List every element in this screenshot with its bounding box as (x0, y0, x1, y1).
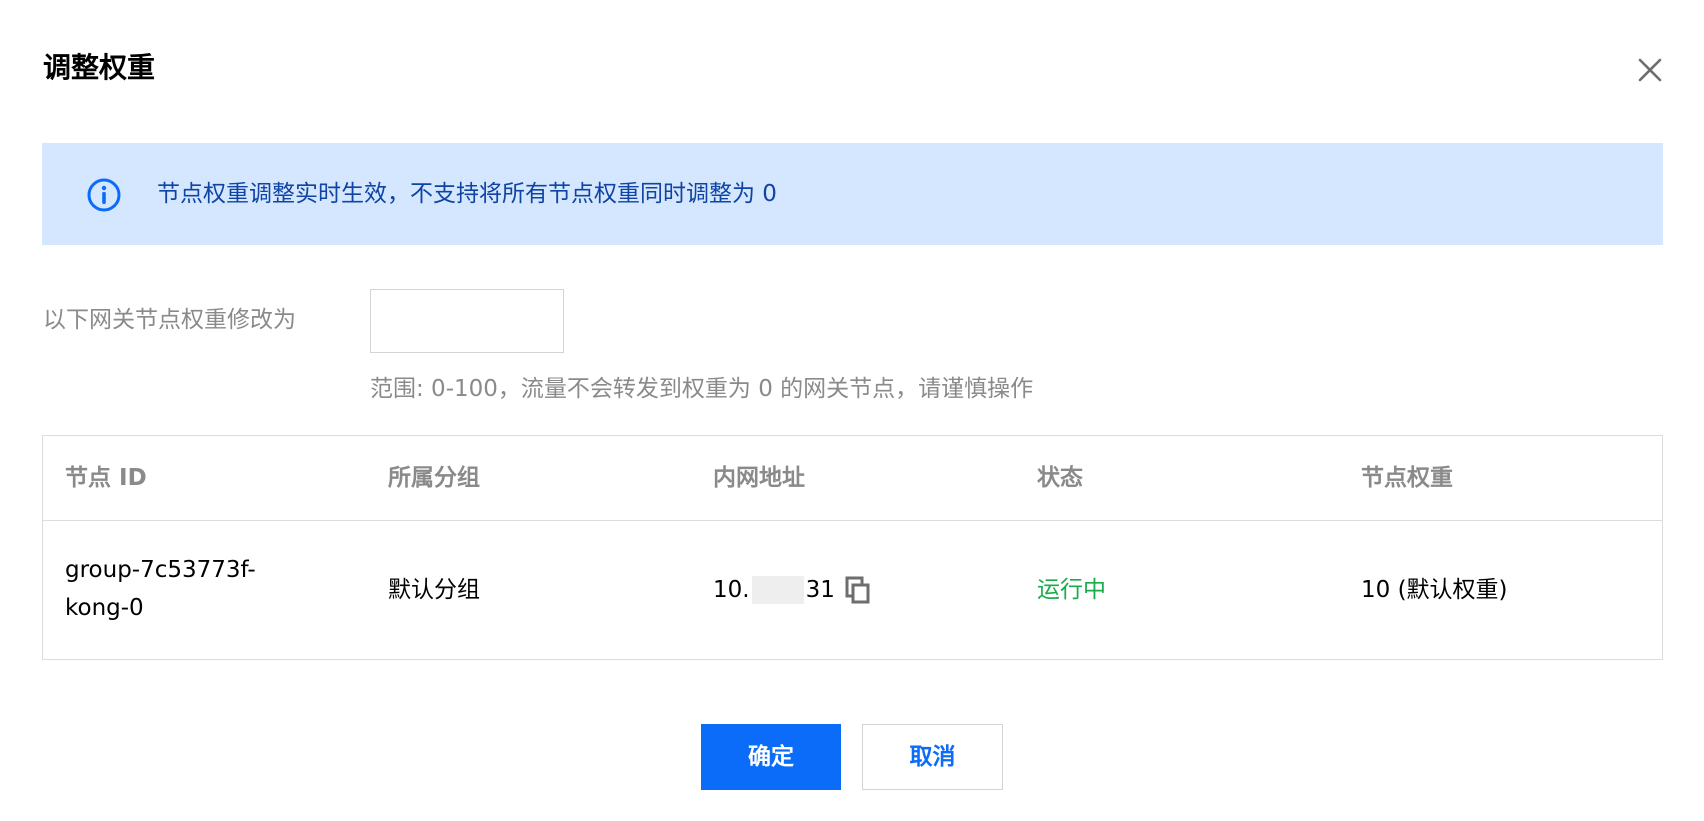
column-header-node-id: 节点 ID (65, 465, 147, 491)
dialog-title: 调整权重 (43, 51, 156, 84)
node-id-line-1: group-7c53773f- (65, 557, 256, 583)
weight-input[interactable] (370, 289, 564, 353)
column-header-status: 状态 (1037, 465, 1083, 491)
info-circle-icon (86, 177, 122, 213)
node-table: 节点 ID 所属分组 内网地址 状态 节点权重 group-7c53773f- … (42, 435, 1663, 660)
copy-icon[interactable] (845, 576, 871, 604)
notice-text: 节点权重调整实时生效，不支持将所有节点权重同时调整为 0 (157, 181, 777, 207)
table-header: 节点 ID 所属分组 内网地址 状态 节点权重 (43, 436, 1662, 521)
weight-field-label: 以下网关节点权重修改为 (43, 307, 296, 333)
ip-prefix: 10. (713, 577, 750, 603)
status-cell: 运行中 (1037, 577, 1106, 603)
column-header-ip: 内网地址 (713, 465, 805, 491)
node-id-cell: group-7c53773f- kong-0 (65, 551, 305, 627)
info-notice-banner: 节点权重调整实时生效，不支持将所有节点权重同时调整为 0 (42, 143, 1663, 245)
ip-redacted-mask (751, 576, 804, 604)
adjust-weight-dialog: 调整权重 节点权重调整实时生效，不支持将所有节点权重同时调整为 0 以下网关节点… (0, 0, 1704, 821)
close-icon[interactable] (1636, 56, 1664, 84)
weight-range-hint: 范围: 0-100，流量不会转发到权重为 0 的网关节点，请谨慎操作 (370, 376, 1034, 402)
column-header-weight: 节点权重 (1361, 465, 1453, 491)
confirm-button[interactable]: 确定 (701, 724, 841, 790)
table-row: group-7c53773f- kong-0 默认分组 10. 31 运行中 1… (43, 521, 1662, 659)
node-id-line-2: kong-0 (65, 595, 144, 621)
weight-cell: 10 (默认权重) (1361, 577, 1508, 603)
cancel-button[interactable]: 取消 (862, 724, 1003, 790)
group-cell: 默认分组 (388, 577, 480, 603)
ip-suffix: 31 (805, 577, 835, 603)
column-header-group: 所属分组 (388, 465, 480, 491)
ip-cell: 10. 31 (713, 571, 871, 609)
